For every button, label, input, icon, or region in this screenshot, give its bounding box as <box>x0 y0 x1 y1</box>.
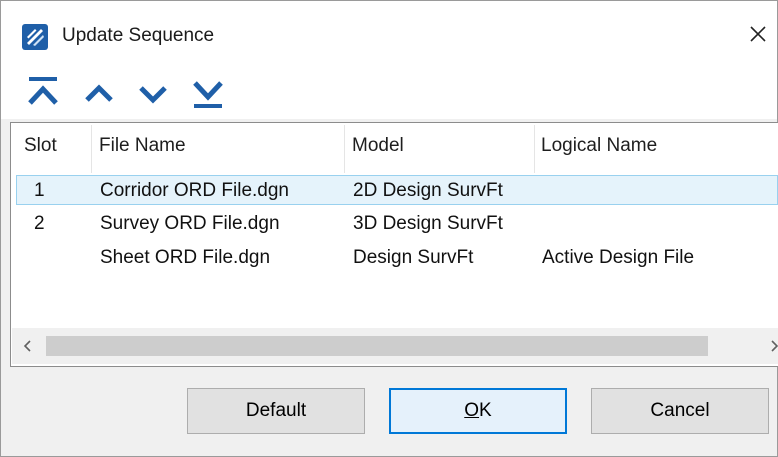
model-cell: Design SurvFt <box>353 247 474 268</box>
scroll-left-icon[interactable] <box>20 338 36 354</box>
cancel-button[interactable]: Cancel <box>591 388 769 434</box>
move-up-icon[interactable] <box>82 75 116 111</box>
column-divider[interactable] <box>91 125 92 173</box>
close-icon[interactable] <box>743 19 773 49</box>
scrollbar-thumb[interactable] <box>46 336 708 356</box>
table-row[interactable]: 1 Corridor ORD File.dgn 2D Design SurvFt <box>16 175 778 205</box>
scroll-right-icon[interactable] <box>768 338 778 354</box>
table-row[interactable]: 2 Survey ORD File.dgn 3D Design SurvFt <box>16 209 778 239</box>
update-sequence-dialog: Update Sequence Slot File Name Model Log… <box>0 0 778 457</box>
column-header-file-name[interactable]: File Name <box>99 135 186 157</box>
slot-cell: 2 <box>34 213 45 234</box>
logical-name-cell: Active Design File <box>542 247 695 268</box>
default-button-label: Default <box>245 400 307 421</box>
model-cell: 2D Design SurvFt <box>353 180 503 201</box>
window-title: Update Sequence <box>62 25 215 46</box>
column-header-slot[interactable]: Slot <box>24 135 57 157</box>
file-name-cell: Corridor ORD File.dgn <box>100 180 289 201</box>
column-header-model[interactable]: Model <box>352 135 404 157</box>
move-to-top-icon[interactable] <box>26 75 60 111</box>
column-divider[interactable] <box>534 125 535 173</box>
default-button[interactable]: Default <box>187 388 365 434</box>
title-bar: Update Sequence <box>1 1 777 63</box>
file-name-cell: Survey ORD File.dgn <box>100 213 280 234</box>
move-down-icon[interactable] <box>136 75 170 111</box>
ok-button-label: OK <box>464 400 492 421</box>
update-sequence-table: Slot File Name Model Logical Name 1 Corr… <box>10 122 778 367</box>
file-name-cell: Sheet ORD File.dgn <box>100 247 271 268</box>
slot-cell: 1 <box>34 180 45 201</box>
model-cell: 3D Design SurvFt <box>353 213 503 234</box>
toolbar <box>1 63 777 119</box>
table-row[interactable]: Sheet ORD File.dgn Design SurvFt Active … <box>16 243 778 273</box>
move-to-bottom-icon[interactable] <box>191 75 225 111</box>
app-icon <box>22 24 48 50</box>
ok-button[interactable]: OK <box>389 388 567 434</box>
horizontal-scrollbar[interactable] <box>12 328 778 364</box>
column-header-logical-name[interactable]: Logical Name <box>541 135 657 157</box>
cancel-button-label: Cancel <box>650 400 710 421</box>
column-divider[interactable] <box>344 125 345 173</box>
